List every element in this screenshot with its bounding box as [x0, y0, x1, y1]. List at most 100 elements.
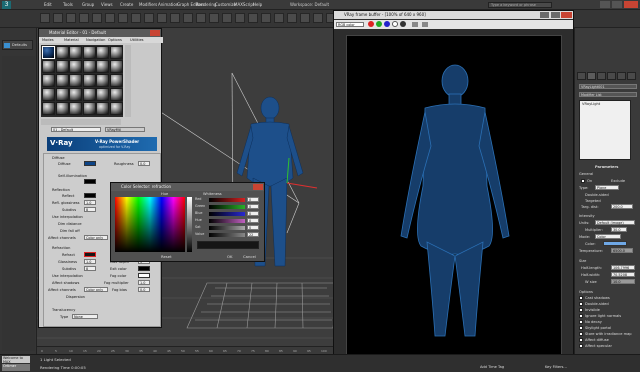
- toolbar-button[interactable]: [300, 13, 310, 23]
- fb-minimize-button[interactable]: [540, 12, 549, 18]
- channel-slider-value[interactable]: [209, 233, 245, 237]
- toolbar-button[interactable]: [170, 13, 180, 23]
- menu-group[interactable]: Group: [82, 2, 94, 7]
- menu-views[interactable]: Views: [101, 2, 113, 7]
- menu-modifiers[interactable]: Modifiers: [139, 2, 157, 7]
- material-sample-slot[interactable]: [55, 102, 69, 115]
- material-sample-slot[interactable]: [55, 46, 69, 59]
- refract-swatch[interactable]: [84, 252, 96, 257]
- green-channel-button[interactable]: [376, 21, 382, 27]
- toolbar-button[interactable]: [40, 13, 50, 23]
- material-sample-slot[interactable]: [82, 88, 96, 101]
- search-input[interactable]: Type a keyword or phrase: [488, 2, 552, 8]
- add-time-tag-button[interactable]: Add Time Tag: [480, 365, 504, 369]
- channel-value-value[interactable]: 22: [247, 232, 259, 237]
- close-button[interactable]: [624, 1, 638, 8]
- exclude-button[interactable]: Exclude: [611, 179, 625, 183]
- on-checkbox[interactable]: [581, 179, 585, 183]
- material-sample-slot[interactable]: [42, 74, 55, 87]
- menu-help[interactable]: Help: [253, 2, 262, 7]
- option-checkbox[interactable]: [579, 314, 583, 318]
- fog-bias-field[interactable]: 0.0: [138, 287, 150, 292]
- material-sample-slot[interactable]: [109, 88, 123, 101]
- stack-item-vraylight[interactable]: VRayLight: [582, 102, 600, 106]
- self-illum-swatch[interactable]: [84, 179, 96, 184]
- me-menu-modes[interactable]: Modes: [42, 38, 54, 42]
- me-menu-material[interactable]: Material: [64, 38, 79, 42]
- toolbar-button[interactable]: [79, 13, 89, 23]
- material-sample-slot[interactable]: [69, 74, 82, 87]
- defaults-button[interactable]: Defaults: [2, 40, 33, 50]
- channel-value-blue[interactable]: 0: [247, 211, 259, 216]
- material-sample-slot[interactable]: [109, 46, 123, 59]
- material-sample-slot[interactable]: [109, 102, 123, 115]
- material-sample-slot[interactable]: [82, 60, 96, 73]
- material-sample-slot[interactable]: [96, 60, 109, 73]
- channel-value-green[interactable]: 0: [247, 204, 259, 209]
- material-sample-slot[interactable]: [82, 102, 96, 115]
- diffuse-color-swatch[interactable]: [84, 161, 96, 166]
- material-editor-titlebar[interactable]: Material Editor - 01 - Default: [39, 29, 161, 37]
- material-sample-slot[interactable]: [42, 88, 55, 101]
- temperature-field[interactable]: 6500.0: [611, 248, 633, 253]
- reset-button[interactable]: Reset: [161, 254, 172, 259]
- frame-buffer-titlebar[interactable]: VRay frame buffer - [100% of 640 x 960]: [334, 11, 573, 19]
- explorer-list[interactable]: [2, 56, 35, 351]
- toolbar-button[interactable]: [53, 13, 63, 23]
- material-sample-slot[interactable]: [82, 74, 96, 87]
- material-sample-slot[interactable]: [82, 46, 96, 59]
- material-sample-slot[interactable]: [96, 88, 109, 101]
- toolbar-button[interactable]: [157, 13, 167, 23]
- channel-value-red[interactable]: 0: [247, 197, 259, 202]
- object-name-field[interactable]: VRayLight001: [579, 84, 637, 89]
- toolbar-button[interactable]: [144, 13, 154, 23]
- maximize-button[interactable]: [612, 1, 622, 8]
- toolbar-button[interactable]: [287, 13, 297, 23]
- timeline[interactable]: 0 5 10 15 20 25 30 35 40 45 50 55 60 65 70 75 80 85 90 95 10…: [37, 346, 333, 354]
- maxscript-listener[interactable]: Welcome to MAX: [2, 356, 30, 364]
- option-checkbox[interactable]: [579, 338, 583, 342]
- roughness-field[interactable]: 0.0: [138, 161, 150, 166]
- maxscript-mini-listener[interactable]: Ortimer: [2, 364, 30, 371]
- tab-create-icon[interactable]: [577, 72, 586, 80]
- toolbar-button[interactable]: [196, 13, 206, 23]
- material-sample-slot[interactable]: [55, 60, 69, 73]
- channel-value-sat[interactable]: 0: [247, 225, 259, 230]
- material-editor-close-button[interactable]: [150, 30, 160, 36]
- refr-affect-channels-dropdown[interactable]: Color only: [84, 287, 108, 292]
- toolbar-button[interactable]: [183, 13, 193, 23]
- units-dropdown[interactable]: Default (image): [595, 220, 635, 225]
- tab-modify-icon[interactable]: [587, 72, 596, 80]
- channel-slider-blue[interactable]: [209, 212, 245, 216]
- w-size-field[interactable]: 10.0: [611, 279, 635, 284]
- material-name-field[interactable]: 01 - Default: [51, 127, 101, 132]
- key-filters-button[interactable]: Key Filters...: [545, 365, 567, 369]
- parameters-rollout-header[interactable]: Parameters: [595, 165, 618, 169]
- toolbar-button[interactable]: [261, 13, 271, 23]
- channel-dropdown[interactable]: RGB color: [336, 22, 364, 27]
- cancel-button[interactable]: Cancel: [243, 254, 256, 259]
- refr-subdivs-field[interactable]: 8: [84, 266, 96, 271]
- mono-button[interactable]: [400, 21, 406, 27]
- fog-color-swatch[interactable]: [138, 273, 150, 278]
- refr-gloss-field[interactable]: 1.0: [84, 259, 96, 264]
- toolbar-button[interactable]: [92, 13, 102, 23]
- fog-multiplier-field[interactable]: 1.0: [138, 280, 150, 285]
- refl-gloss-field[interactable]: 1.0: [84, 200, 96, 205]
- menu-edit[interactable]: Edit: [44, 2, 52, 7]
- exit-color-swatch[interactable]: [138, 266, 150, 271]
- me-menu-navigation[interactable]: Navigation: [86, 38, 105, 42]
- menu-create[interactable]: Create: [120, 2, 133, 7]
- option-checkbox[interactable]: [579, 320, 583, 324]
- mode-dropdown[interactable]: Color: [595, 234, 621, 239]
- fb-maximize-button[interactable]: [551, 12, 560, 18]
- refl-subdivs-field[interactable]: 8: [84, 207, 96, 212]
- light-type-dropdown[interactable]: Plane: [595, 185, 619, 190]
- hue-saturation-picker[interactable]: [115, 197, 185, 252]
- red-channel-button[interactable]: [368, 21, 374, 27]
- ok-button[interactable]: OK: [227, 254, 232, 259]
- material-sample-slot[interactable]: [69, 88, 82, 101]
- toolbar-button[interactable]: [118, 13, 128, 23]
- me-menu-utilities[interactable]: Utilities: [130, 38, 144, 42]
- color-selector-titlebar[interactable]: Color Selector: refraction: [111, 183, 264, 191]
